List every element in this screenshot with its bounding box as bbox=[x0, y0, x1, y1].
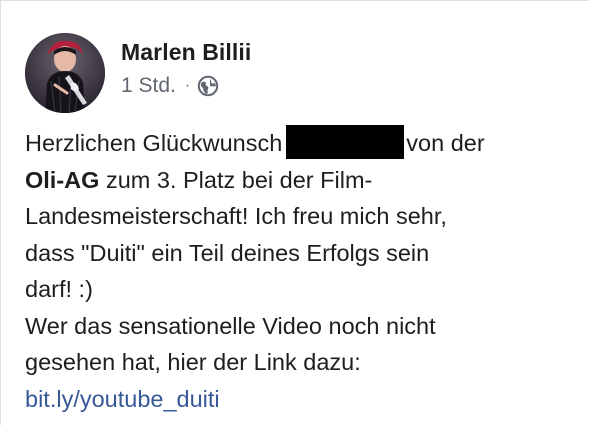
post-line-3: Landesmeisterschaft! Ich freu mich sehr, bbox=[25, 203, 447, 229]
video-link[interactable]: bit.ly/youtube_duiti bbox=[25, 386, 220, 412]
post-text: von der bbox=[406, 130, 485, 156]
post-meta: Marlen Billii 1 Std. · bbox=[121, 33, 251, 99]
globe-icon[interactable] bbox=[197, 75, 219, 97]
post-line-8: bit.ly/youtube_duiti bbox=[25, 381, 573, 418]
org-name: Oli-AG bbox=[25, 166, 100, 193]
avatar-image bbox=[25, 33, 105, 113]
post-text: zum 3. Platz bei der Film- bbox=[99, 166, 373, 193]
avatar[interactable] bbox=[25, 33, 105, 113]
post-line-2: Oli-AG zum 3. Platz bei der Film- bbox=[25, 162, 573, 199]
redaction-box bbox=[286, 125, 405, 159]
post-text: Herzlichen Glückwunsch bbox=[25, 130, 283, 156]
post-line-7: gesehen hat, hier der Link dazu: bbox=[25, 349, 361, 375]
post-header: Marlen Billii 1 Std. · bbox=[25, 33, 251, 113]
post-line-5: darf! :) bbox=[25, 276, 93, 302]
post-timestamp[interactable]: 1 Std. bbox=[121, 73, 176, 99]
post-line-4: dass "Duiti" ein Teil deines Erfolgs sei… bbox=[25, 239, 430, 266]
author-name[interactable]: Marlen Billii bbox=[121, 37, 251, 67]
post-line-1: Herzlichen Glückwunsch von der bbox=[25, 125, 573, 162]
post-body: Herzlichen Glückwunsch von der Oli-AG zum… bbox=[25, 125, 573, 417]
post-subline: 1 Std. · bbox=[121, 73, 251, 99]
separator-dot: · bbox=[184, 77, 191, 94]
post-line-6: Wer das sensationelle Video noch nicht bbox=[25, 312, 436, 339]
facebook-post: Marlen Billii 1 Std. · Herzlichen Glückw… bbox=[0, 0, 589, 425]
